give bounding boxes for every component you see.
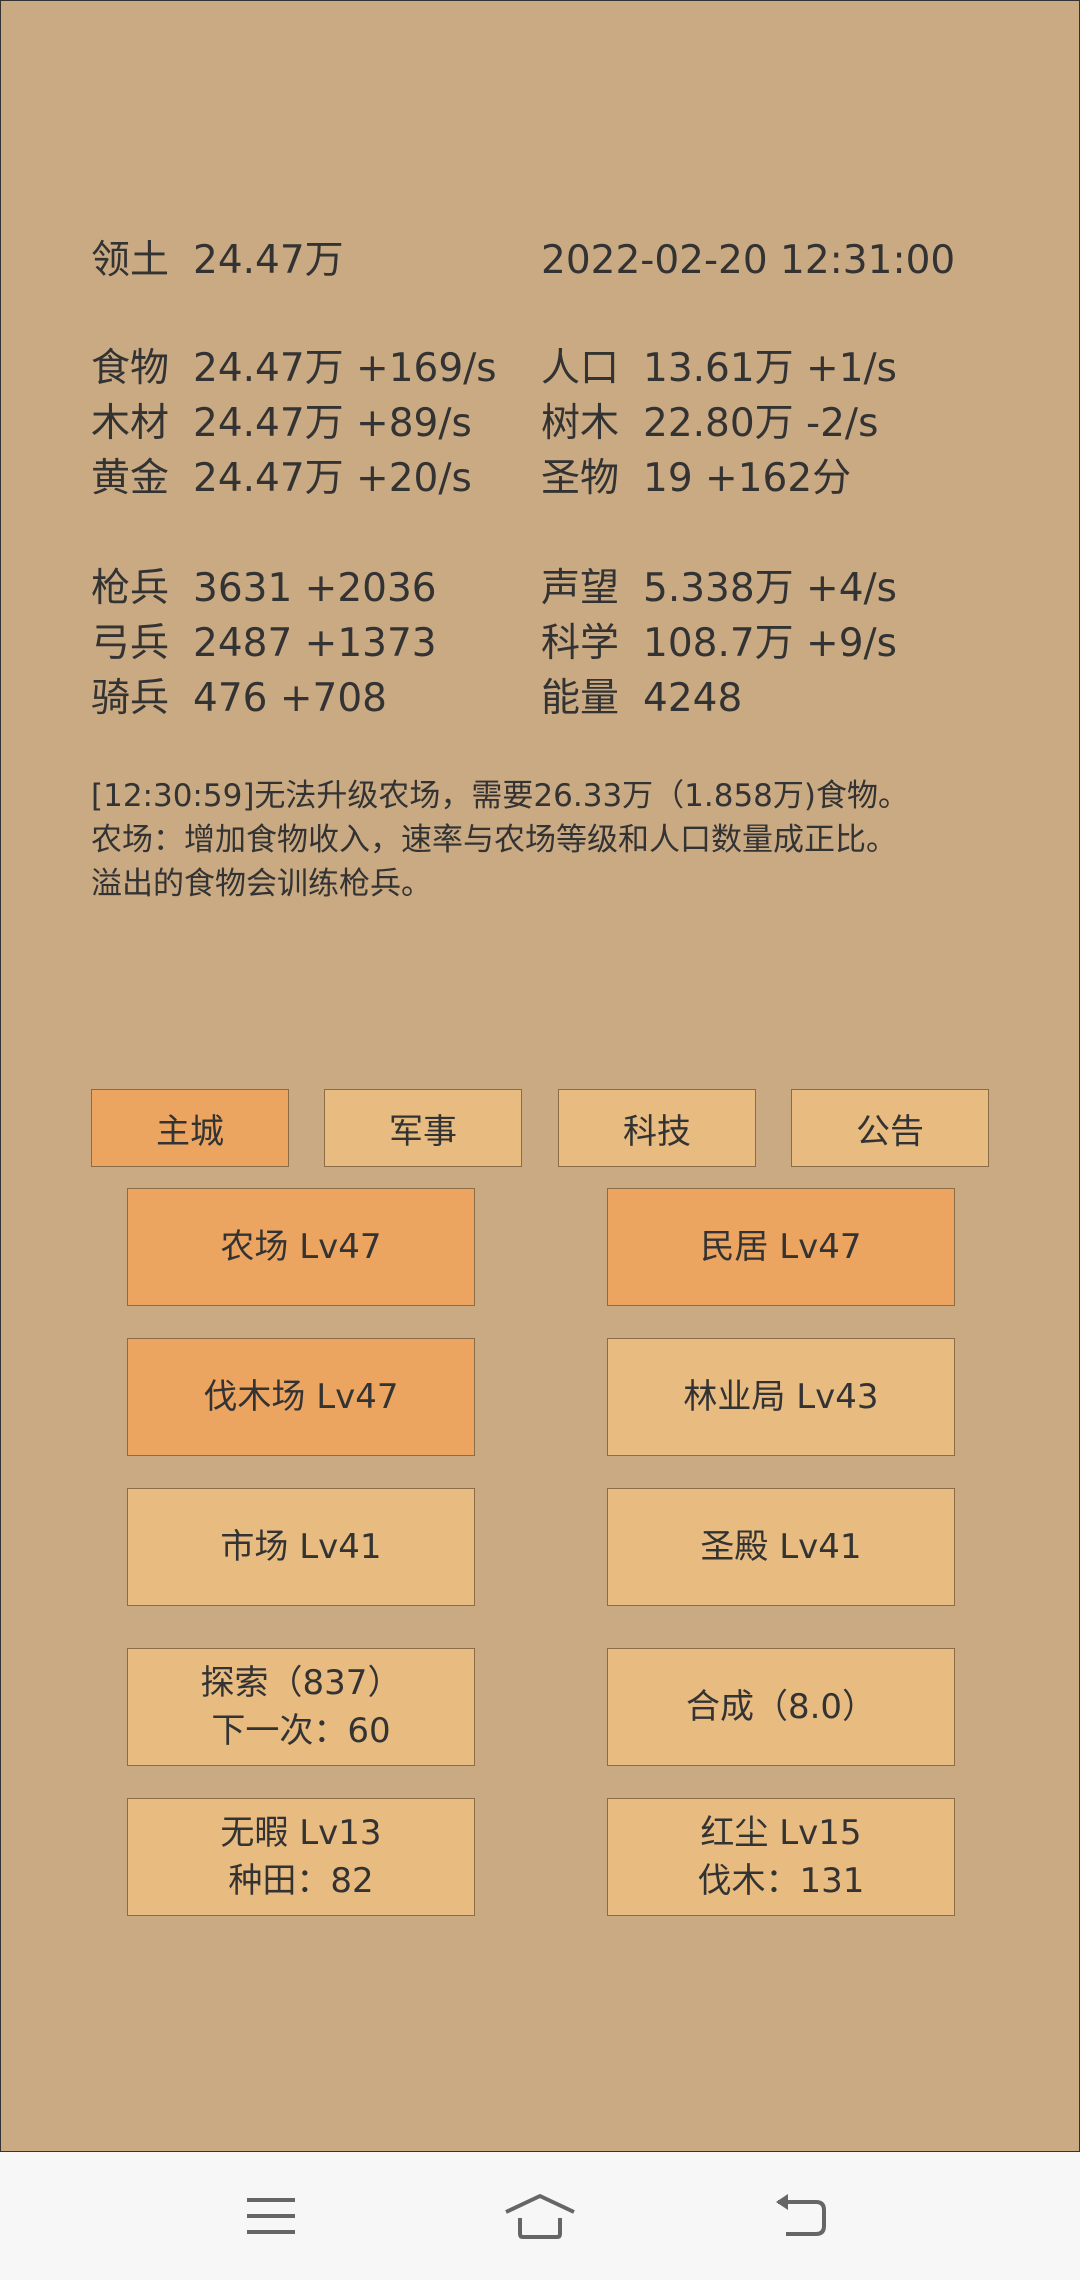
lumber-mill-button[interactable]: 伐木场 Lv47 <box>127 1338 475 1456</box>
stat-label: 木材 <box>91 401 170 446</box>
button-label: 无暇 Lv13 <box>220 1813 382 1853</box>
stat-label: 食物 <box>91 346 170 391</box>
stat-label: 科学 <box>541 621 620 666</box>
navigation-bar <box>0 2152 1080 2280</box>
stat-wood: 木材 24.47万 +89/s <box>91 400 472 448</box>
explore-button[interactable]: 探索（837） 下一次：60 <box>127 1648 475 1766</box>
button-label: 伐木场 Lv47 <box>203 1377 399 1417</box>
stat-label: 圣物 <box>541 456 620 501</box>
button-label: 圣殿 Lv41 <box>700 1527 862 1567</box>
button-label: 合成（8.0） <box>685 1687 877 1727</box>
tab-technology[interactable]: 科技 <box>558 1089 756 1167</box>
stat-food: 食物 24.47万 +169/s <box>91 345 497 393</box>
tab-military[interactable]: 军事 <box>324 1089 522 1167</box>
stat-label: 黄金 <box>91 456 170 501</box>
game-screen: 领土 24.47万 2022-02-20 12:31:00 食物 24.47万 +1… <box>0 0 1080 2152</box>
farm-button[interactable]: 农场 Lv47 <box>127 1188 475 1306</box>
stat-value: 4248 <box>643 676 743 721</box>
house-button[interactable]: 民居 Lv47 <box>607 1188 955 1306</box>
market-button[interactable]: 市场 Lv41 <box>127 1488 475 1606</box>
stat-gold: 黄金 24.47万 +20/s <box>91 455 472 503</box>
stat-value: 24.47万 +89/s <box>193 401 472 446</box>
stat-value: 24.47万 +169/s <box>193 346 497 391</box>
hongchen-hero-button[interactable]: 红尘 Lv15 伐木：131 <box>607 1798 955 1916</box>
stat-energy: 能量 4248 <box>541 675 742 723</box>
temple-button[interactable]: 圣殿 Lv41 <box>607 1488 955 1606</box>
stat-label: 树木 <box>541 401 620 446</box>
stat-cavalry: 骑兵 476 +708 <box>91 675 387 723</box>
stat-label: 能量 <box>541 676 620 721</box>
stat-relics: 圣物 19 +162分 <box>541 455 851 503</box>
button-label: 红尘 Lv15 <box>700 1813 862 1853</box>
button-label: 农场 Lv47 <box>220 1227 382 1267</box>
tab-announcement[interactable]: 公告 <box>791 1089 989 1167</box>
button-label: 探索（837） <box>200 1663 402 1703</box>
stat-value: 24.47万 +20/s <box>193 456 472 501</box>
stat-value: 3631 +2036 <box>193 566 437 611</box>
button-label: 市场 Lv41 <box>220 1527 382 1567</box>
stat-value: 22.80万 -2/s <box>643 401 879 446</box>
message-line: [12:30:59]无法升级农场，需要26.33万（1.858万)食物。 <box>91 778 910 814</box>
stat-label: 人口 <box>541 346 620 391</box>
synthesize-button[interactable]: 合成（8.0） <box>607 1648 955 1766</box>
stat-label: 枪兵 <box>91 566 170 611</box>
button-sublabel: 种田：82 <box>228 1861 374 1901</box>
territory-value: 24.47万 <box>193 238 344 283</box>
wuxia-hero-button[interactable]: 无暇 Lv13 种田：82 <box>127 1798 475 1916</box>
tab-label: 公告 <box>856 1111 924 1152</box>
back-icon[interactable] <box>752 2184 852 2248</box>
button-label: 林业局 Lv43 <box>683 1377 879 1417</box>
stat-label: 声望 <box>541 566 620 611</box>
stat-label: 骑兵 <box>91 676 170 721</box>
stat-science: 科学 108.7万 +9/s <box>541 620 897 668</box>
button-sublabel: 下一次：60 <box>211 1711 391 1751</box>
stat-value: 108.7万 +9/s <box>643 621 897 666</box>
stat-value: 13.61万 +1/s <box>643 346 897 391</box>
button-label: 民居 Lv47 <box>700 1227 862 1267</box>
stat-label: 弓兵 <box>91 621 170 666</box>
datetime: 2022-02-20 12:31:00 <box>541 238 956 283</box>
stat-trees: 树木 22.80万 -2/s <box>541 400 878 448</box>
stat-archers: 弓兵 2487 +1373 <box>91 620 437 668</box>
menu-icon[interactable] <box>221 2184 321 2248</box>
forestry-bureau-button[interactable]: 林业局 Lv43 <box>607 1338 955 1456</box>
stat-prestige: 声望 5.338万 +4/s <box>541 565 897 613</box>
tab-label: 主城 <box>156 1111 224 1152</box>
stat-value: 5.338万 +4/s <box>643 566 897 611</box>
message-line: 溢出的食物会训练枪兵。 <box>91 866 432 902</box>
stat-value: 19 +162分 <box>643 456 852 501</box>
territory-stat: 领土 24.47万 <box>91 237 344 285</box>
stat-value: 2487 +1373 <box>193 621 437 666</box>
stat-value: 476 +708 <box>193 676 387 721</box>
territory-label: 领土 <box>91 238 170 283</box>
home-icon[interactable] <box>490 2184 590 2248</box>
message-line: 农场：增加食物收入，速率与农场等级和人口数量成正比。 <box>91 822 897 858</box>
button-sublabel: 伐木：131 <box>697 1861 865 1901</box>
tab-label: 科技 <box>623 1111 691 1152</box>
stat-spearmen: 枪兵 3631 +2036 <box>91 565 437 613</box>
stat-population: 人口 13.61万 +1/s <box>541 345 897 393</box>
tab-main-city[interactable]: 主城 <box>91 1089 289 1167</box>
tab-label: 军事 <box>389 1111 457 1152</box>
